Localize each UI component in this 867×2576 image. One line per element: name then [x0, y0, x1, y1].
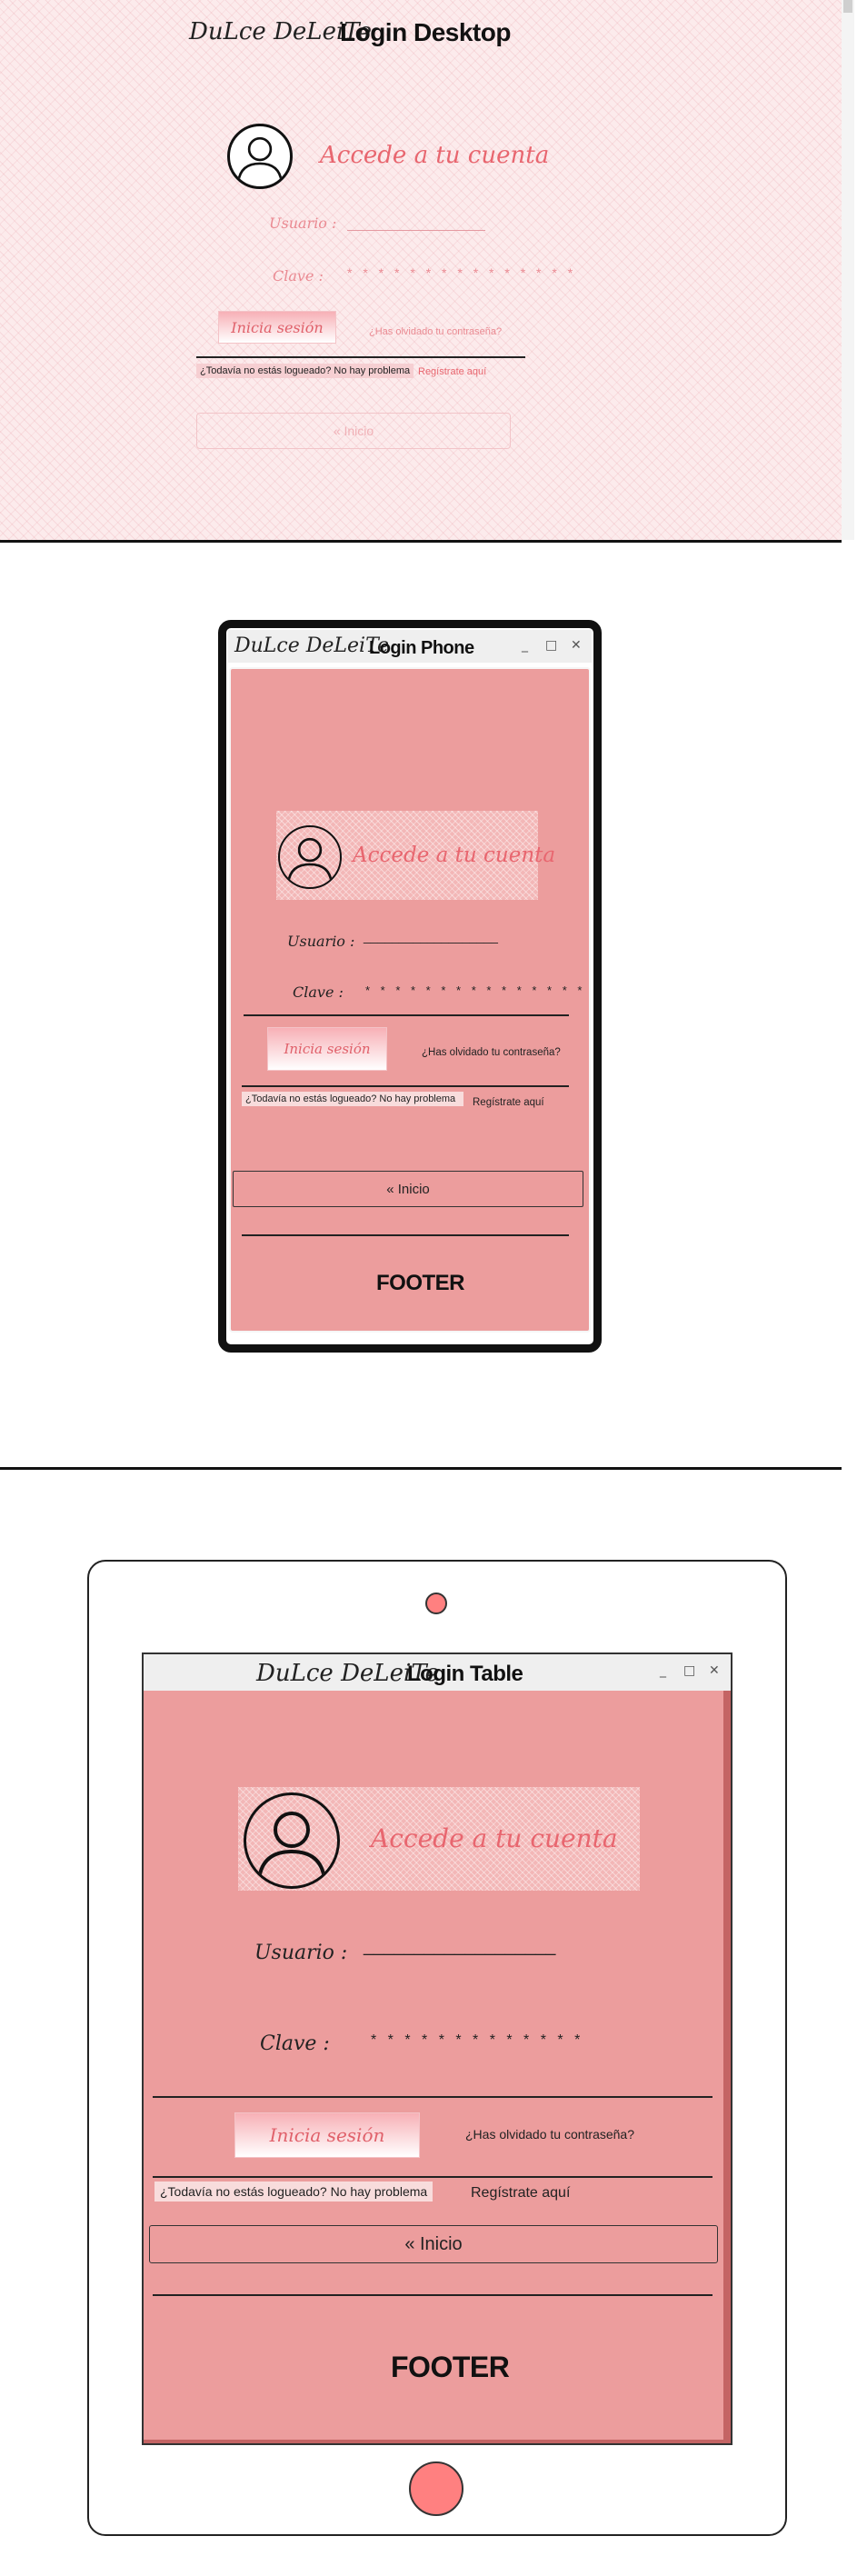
- tablet-divider-line-2: [153, 2176, 713, 2178]
- tablet-home-button[interactable]: « Inicio: [149, 2225, 718, 2263]
- phone-maximize-button[interactable]: □: [545, 638, 557, 653]
- tablet-camera-icon: [425, 1593, 447, 1614]
- desktop-forgot-password-link[interactable]: ¿Has olvidado tu contraseña?: [369, 326, 502, 337]
- phone-user-avatar-icon: [278, 825, 342, 889]
- phone-heading: Accede a tu cuenta: [353, 844, 556, 867]
- phone-username-label: Usuario :: [287, 933, 355, 950]
- phone-footer: FOOTER: [376, 1271, 465, 1295]
- desktop-divider-line: [196, 356, 525, 358]
- tablet-footer: FOOTER: [391, 2351, 510, 2383]
- desktop-login-button[interactable]: Inicia sesión: [218, 311, 336, 344]
- tablet-divider-line-1: [153, 2096, 713, 2098]
- phone-divider-line-3: [242, 1234, 569, 1236]
- phone-divider-line-2: [242, 1085, 569, 1087]
- tablet-register-link[interactable]: Regístrate aquí: [471, 2185, 570, 2202]
- tablet-login-button[interactable]: Inicia sesión: [234, 2112, 420, 2158]
- desktop-not-logged-text: ¿Todavía no estás logueado? No hay probl…: [196, 364, 414, 378]
- desktop-heading: Accede a tu cuenta: [320, 142, 550, 169]
- phone-forgot-password-link[interactable]: ¿Has olvidado tu contraseña?: [422, 1047, 561, 1058]
- phone-login-button[interactable]: Inicia sesión: [267, 1027, 387, 1071]
- phone-not-logged-text: ¿Todavía no estás logueado? No hay probl…: [242, 1092, 463, 1106]
- tablet-maximize-button[interactable]: □: [683, 1663, 695, 1678]
- desktop-scrollbar-thumb[interactable]: [843, 0, 852, 13]
- tablet-window-shadow-bottom: [144, 2440, 731, 2443]
- tablet-window: [142, 1652, 732, 2445]
- desktop-password-input[interactable]: * * * * * * * * * * * * * * *: [347, 265, 576, 280]
- section-divider-1: [0, 540, 842, 543]
- phone-close-button[interactable]: ✕: [571, 638, 582, 653]
- desktop-home-button[interactable]: « Inicio: [196, 413, 511, 449]
- tablet-username-label: Usuario :: [254, 1942, 348, 1964]
- phone-page-title: Login Phone: [369, 638, 474, 658]
- tablet-home-hardware-button[interactable]: [409, 2461, 463, 2516]
- phone-password-label: Clave :: [293, 983, 344, 1001]
- tablet-heading: Accede a tu cuenta: [371, 1823, 618, 1853]
- desktop-password-label: Clave :: [273, 267, 324, 285]
- tablet-window-shadow-right: [723, 1691, 731, 2443]
- desktop-username-input[interactable]: [347, 216, 485, 231]
- tablet-not-logged-text: ¿Todavía no estás logueado? No hay probl…: [154, 2182, 434, 2202]
- tablet-password-input[interactable]: * * * * * * * * * * * * *: [371, 2032, 583, 2049]
- phone-password-input[interactable]: * * * * * * * * * * * * * * *: [365, 983, 585, 997]
- desktop-user-avatar-icon: [227, 124, 293, 189]
- phone-divider-line-1: [244, 1014, 569, 1016]
- section-divider-2: [0, 1467, 842, 1470]
- phone-home-button[interactable]: « Inicio: [233, 1171, 583, 1207]
- tablet-forgot-password-link[interactable]: ¿Has olvidado tu contraseña?: [465, 2127, 634, 2142]
- tablet-username-input[interactable]: ___________________: [364, 1936, 555, 1957]
- phone-register-link[interactable]: Regístrate aquí: [473, 1097, 544, 1108]
- tablet-page-title: Login Table: [407, 1662, 523, 1686]
- phone-brand-logo: DuLce DeLeiTe: [234, 634, 390, 657]
- desktop-page-title: Login Desktop: [340, 18, 511, 46]
- tablet-user-avatar-icon: [244, 1792, 340, 1889]
- desktop-scrollbar[interactable]: [842, 0, 854, 540]
- tablet-close-button[interactable]: ✕: [709, 1663, 720, 1678]
- tablet-minimize-button[interactable]: _: [660, 1663, 666, 1678]
- tablet-divider-line-3: [153, 2294, 713, 2296]
- phone-screen: [229, 667, 591, 1333]
- phone-username-input[interactable]: ___________________: [364, 929, 498, 944]
- tablet-password-label: Clave :: [260, 2032, 330, 2055]
- desktop-username-label: Usuario :: [269, 215, 337, 232]
- desktop-register-link[interactable]: Regístrate aquí: [418, 366, 486, 377]
- phone-minimize-button[interactable]: _: [522, 638, 528, 653]
